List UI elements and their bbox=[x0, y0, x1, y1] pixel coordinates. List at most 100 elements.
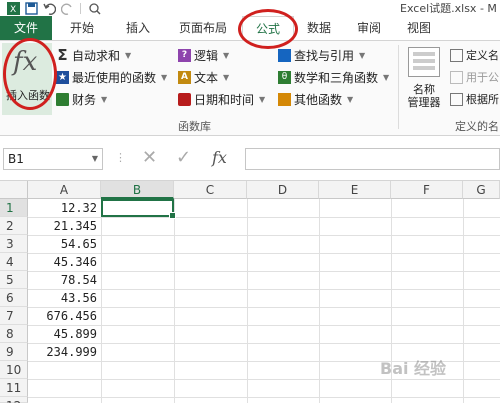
column-header-g[interactable]: G bbox=[463, 181, 500, 199]
use-in-formula-button[interactable]: 用于公 bbox=[450, 66, 499, 88]
cell-a2[interactable]: 21.345 bbox=[28, 217, 100, 235]
question-icon: ? bbox=[178, 48, 191, 62]
save-icon[interactable] bbox=[24, 1, 38, 15]
recent-functions-button[interactable]: ★ 最近使用的函数 ▼ bbox=[56, 66, 167, 88]
sigma-icon: Σ bbox=[57, 45, 68, 64]
financial-button[interactable]: 财务 ▼ bbox=[56, 88, 167, 110]
text-label: 文本 bbox=[194, 70, 219, 85]
theta-icon: θ bbox=[278, 70, 291, 84]
insert-function-icon[interactable]: fx bbox=[212, 148, 227, 167]
cell-a8[interactable]: 45.899 bbox=[28, 325, 100, 343]
select-all-corner[interactable] bbox=[0, 181, 28, 199]
cell-a5[interactable]: 78.54 bbox=[28, 271, 100, 289]
active-cell-b1[interactable] bbox=[101, 199, 176, 219]
name-box-value: B1 bbox=[8, 152, 24, 166]
lookup-reference-button[interactable]: 查找与引用 ▼ bbox=[278, 44, 389, 66]
row-header[interactable]: 5 bbox=[0, 271, 28, 289]
defined-names-column: 定义名 用于公 根据所 bbox=[450, 44, 499, 110]
gridline bbox=[28, 397, 500, 398]
chevron-down-icon: ▼ bbox=[223, 50, 230, 60]
tab-data[interactable]: 数据 bbox=[294, 16, 344, 40]
enter-icon[interactable]: ✓ bbox=[176, 147, 191, 168]
column-header-b[interactable]: B bbox=[101, 181, 174, 199]
gridline bbox=[463, 199, 464, 403]
column-header-e[interactable]: E bbox=[319, 181, 391, 199]
cell-a1[interactable]: 12.32 bbox=[28, 199, 100, 217]
row-header[interactable]: 12 bbox=[0, 397, 28, 403]
text-button[interactable]: A 文本 ▼ bbox=[178, 66, 265, 88]
cell-a3[interactable]: 54.65 bbox=[28, 235, 100, 253]
cancel-icon[interactable]: ✕ bbox=[142, 147, 157, 168]
excel-logo-icon: X bbox=[6, 1, 20, 15]
gridline bbox=[28, 379, 500, 380]
column-header-a[interactable]: A bbox=[28, 181, 101, 199]
tab-page-layout[interactable]: 页面布局 bbox=[164, 16, 242, 40]
create-from-selection-label: 根据所 bbox=[466, 93, 499, 106]
create-from-selection-button[interactable]: 根据所 bbox=[450, 88, 499, 110]
use-in-formula-label: 用于公 bbox=[466, 71, 499, 84]
logical-button[interactable]: ? 逻辑 ▼ bbox=[178, 44, 265, 66]
ribbon-formulas: fx 插入函数 Σ 自动求和 ▼ ★ 最近使用的函数 ▼ 财务 ▼ ? 逻辑 ▼… bbox=[0, 40, 500, 136]
chevron-down-icon: ▼ bbox=[347, 94, 354, 104]
tab-insert[interactable]: 插入 bbox=[112, 16, 164, 40]
more-functions-button[interactable]: 其他函数 ▼ bbox=[278, 88, 389, 110]
redo-icon[interactable] bbox=[60, 2, 74, 15]
autosum-button[interactable]: Σ 自动求和 ▼ bbox=[56, 44, 167, 66]
define-name-label: 定义名 bbox=[466, 49, 499, 62]
row-header[interactable]: 4 bbox=[0, 253, 28, 271]
star-icon: ★ bbox=[56, 70, 69, 84]
cell-a4[interactable]: 45.346 bbox=[28, 253, 100, 271]
column-header-c[interactable]: C bbox=[174, 181, 247, 199]
search-icon bbox=[278, 48, 291, 62]
tab-file[interactable]: 文件 bbox=[0, 16, 52, 40]
row-header[interactable]: 9 bbox=[0, 343, 28, 361]
chevron-down-icon: ▼ bbox=[161, 72, 168, 82]
gridline bbox=[101, 199, 102, 403]
column-header-d[interactable]: D bbox=[247, 181, 319, 199]
chevron-down-icon: ▼ bbox=[259, 94, 266, 104]
name-manager-button[interactable]: 名称 管理器 bbox=[402, 43, 446, 115]
financial-label: 财务 bbox=[72, 92, 97, 107]
grid-icon bbox=[450, 92, 463, 106]
row-header[interactable]: 1 bbox=[0, 199, 28, 217]
tab-view[interactable]: 视图 bbox=[394, 16, 444, 40]
autosum-label: 自动求和 bbox=[72, 48, 121, 63]
row-header[interactable]: 2 bbox=[0, 217, 28, 235]
undo-icon[interactable] bbox=[42, 2, 56, 15]
recent-functions-label: 最近使用的函数 bbox=[72, 70, 157, 85]
tab-home[interactable]: 开始 bbox=[52, 16, 112, 40]
print-preview-icon[interactable] bbox=[87, 2, 101, 15]
row-header[interactable]: 3 bbox=[0, 235, 28, 253]
cell-a7[interactable]: 676.456 bbox=[28, 307, 100, 325]
formula-input[interactable] bbox=[245, 148, 500, 170]
math-trig-button[interactable]: θ 数学和三角函数 ▼ bbox=[278, 66, 389, 88]
formula-bar: B1 ▼ ⋮ ✕ ✓ fx bbox=[0, 137, 500, 181]
define-name-button[interactable]: 定义名 bbox=[450, 44, 499, 66]
name-box[interactable]: B1 ▼ bbox=[3, 148, 103, 170]
annotation-circle-insert-function bbox=[3, 38, 57, 110]
gridline bbox=[247, 199, 248, 403]
chevron-down-icon: ▼ bbox=[383, 72, 390, 82]
column-header-f[interactable]: F bbox=[391, 181, 463, 199]
row-header[interactable]: 6 bbox=[0, 289, 28, 307]
function-library-column-1: Σ 自动求和 ▼ ★ 最近使用的函数 ▼ 财务 ▼ bbox=[56, 44, 167, 110]
tab-review[interactable]: 审阅 bbox=[344, 16, 394, 40]
row-header[interactable]: 8 bbox=[0, 325, 28, 343]
defined-names-group-label: 定义的名 bbox=[455, 120, 499, 133]
cell-a9[interactable]: 234.999 bbox=[28, 343, 100, 361]
name-manager-icon bbox=[408, 47, 440, 77]
tag-icon bbox=[450, 48, 463, 62]
watermark: Bai 经验 bbox=[380, 359, 447, 378]
chevron-down-icon: ▼ bbox=[125, 50, 132, 60]
formula-icon bbox=[450, 70, 463, 84]
svg-text:X: X bbox=[10, 5, 16, 15]
row-header[interactable]: 10 bbox=[0, 361, 28, 379]
chevron-down-icon[interactable]: ▼ bbox=[92, 149, 98, 169]
cell-a6[interactable]: 43.56 bbox=[28, 289, 100, 307]
date-time-button[interactable]: 日期和时间 ▼ bbox=[178, 88, 265, 110]
name-manager-label-line1: 名称 bbox=[413, 83, 435, 96]
row-header[interactable]: 11 bbox=[0, 379, 28, 397]
row-header[interactable]: 7 bbox=[0, 307, 28, 325]
formula-bar-grip-icon[interactable]: ⋮ bbox=[115, 151, 126, 164]
qat-divider bbox=[80, 2, 81, 14]
